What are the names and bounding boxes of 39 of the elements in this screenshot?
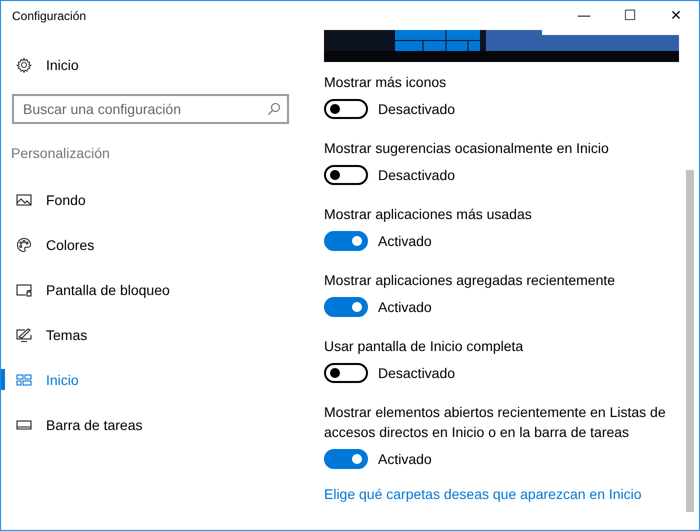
- setting-label: Mostrar sugerencias ocasionalmente en Inicio: [324, 139, 610, 158]
- setting-label: Mostrar elementos abiertos recientemente en Listas de accesos directos en Inicio o en la barra de tareas: [324, 403, 667, 442]
- monitor-brush-icon: [16, 326, 32, 342]
- lock-screen-icon: [16, 282, 32, 298]
- toggle-state: Activado: [378, 233, 432, 249]
- minimize-button[interactable]: —: [561, 1, 607, 30]
- toggle-state: Activado: [378, 299, 432, 315]
- toggle-switch[interactable]: [324, 231, 368, 251]
- close-button[interactable]: ✕: [653, 1, 699, 30]
- toggle-switch[interactable]: [324, 165, 368, 185]
- tiles-icon: [16, 372, 32, 388]
- sidebar-item[interactable]: Temas: [1, 312, 301, 357]
- setting-label: Mostrar aplicaciones agregadas recientemente: [324, 271, 616, 290]
- setting-label: Usar pantalla de Inicio completa: [324, 337, 524, 356]
- toggle-state: Desactivado: [378, 167, 456, 183]
- setting-label: Mostrar aplicaciones más usadas: [324, 205, 533, 224]
- settings-icon: [16, 57, 32, 73]
- folders-link[interactable]: Elige qué carpetas deseas que aparezcan en Inicio: [324, 486, 684, 502]
- image-icon: [16, 192, 32, 208]
- toggle-switch[interactable]: [324, 99, 368, 119]
- toggle-switch[interactable]: [324, 297, 368, 317]
- section-heading: Personalización: [11, 145, 111, 163]
- toggle-state: Desactivado: [378, 365, 456, 381]
- setting-label: Mostrar más iconos: [324, 73, 448, 92]
- search-icon: [267, 102, 281, 116]
- sidebar-item[interactable]: Inicio: [1, 357, 301, 402]
- home-item[interactable]: Inicio: [1, 50, 301, 80]
- window-title: Configuración: [12, 8, 86, 22]
- toggle-state: Activado: [378, 451, 432, 467]
- toggle-switch[interactable]: [324, 449, 368, 469]
- toggle-switch[interactable]: [324, 363, 368, 383]
- maximize-button[interactable]: ☐: [607, 1, 653, 30]
- search-field[interactable]: Buscar una configuración: [12, 94, 289, 124]
- sidebar-item[interactable]: Barra de tareas: [1, 402, 301, 447]
- sidebar-item[interactable]: Colores: [1, 222, 301, 267]
- palette-icon: [16, 236, 32, 252]
- sidebar-item[interactable]: Pantalla de bloqueo: [1, 267, 301, 312]
- sidebar-item[interactable]: Fondo: [1, 177, 301, 222]
- toggle-state: Desactivado: [378, 101, 456, 117]
